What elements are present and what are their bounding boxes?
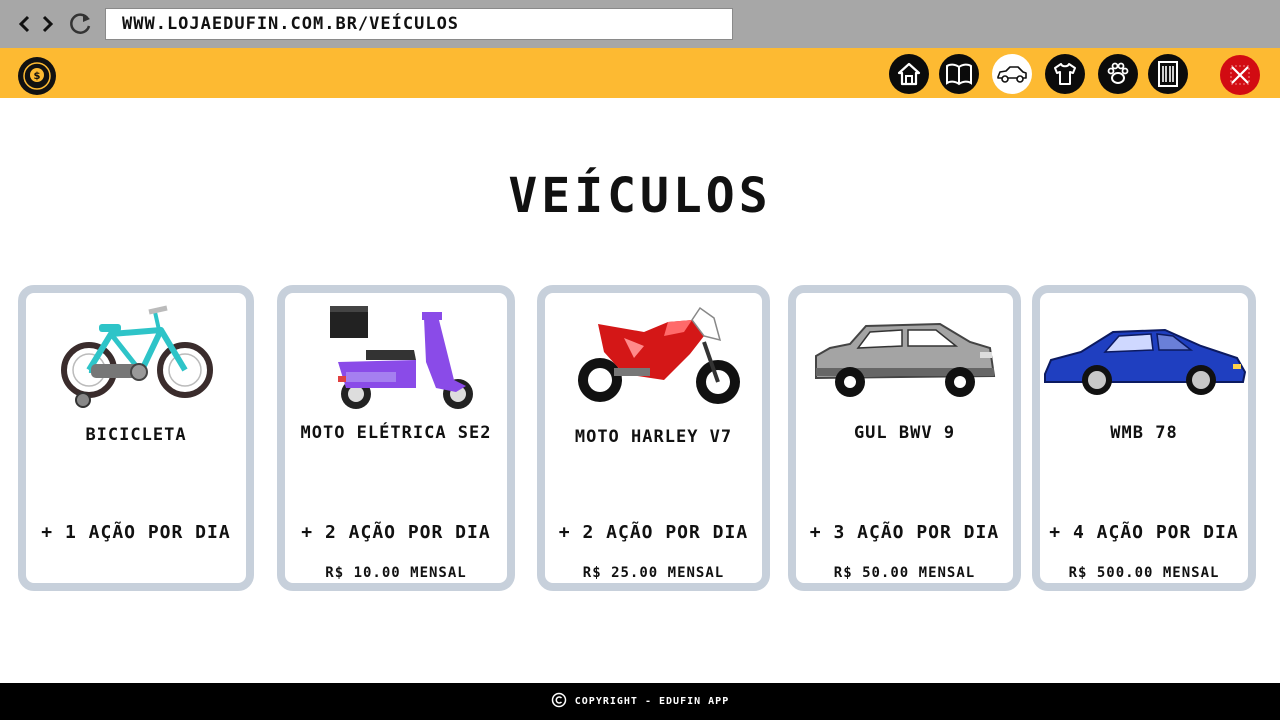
product-card-gul-bwv[interactable]: Gul BWV 9 + 3 ação por dia R$ 50.00 mens… — [788, 285, 1021, 591]
product-perk: + 2 ação por dia — [558, 522, 749, 543]
url-text: www.lojaedufin.com.br/veículos — [122, 14, 460, 34]
coin-logo-icon[interactable]: $ — [18, 57, 56, 95]
scooter-icon — [285, 299, 507, 417]
product-price: R$ 50.00 mensal — [833, 565, 976, 581]
sports-car-icon — [1040, 299, 1248, 417]
product-price: R$ 10.00 mensal — [325, 565, 467, 581]
product-name: Moto Harley V7 — [574, 427, 733, 447]
back-icon[interactable] — [16, 10, 32, 38]
suv-icon — [796, 299, 1013, 417]
page-title: Veículos — [508, 168, 772, 224]
product-perk: + 4 ação por dia — [1049, 522, 1239, 543]
building-icon[interactable] — [1148, 54, 1188, 94]
product-name: Gul BWV 9 — [853, 423, 956, 443]
forward-icon[interactable] — [40, 10, 56, 38]
product-name: WMB 78 — [1110, 423, 1178, 443]
product-card-moto-eletrica[interactable]: Moto Elétrica SE2 + 2 ação por dia R$ 10… — [277, 285, 515, 591]
car-icon[interactable] — [992, 54, 1032, 94]
copyright-icon — [551, 692, 567, 712]
product-price: R$ 25.00 mensal — [582, 565, 725, 581]
svg-text:$: $ — [34, 71, 41, 82]
product-perk: + 2 ação por dia — [301, 522, 491, 543]
paw-icon[interactable] — [1098, 54, 1138, 94]
product-price: R$ 500.00 mensal — [1068, 565, 1220, 581]
reload-icon[interactable] — [66, 10, 94, 38]
close-icon[interactable] — [1220, 55, 1260, 95]
footer-text: Copyright - EDUFIN App — [574, 696, 730, 707]
product-card-moto-harley[interactable]: Moto Harley V7 + 2 ação por dia R$ 25.00… — [537, 285, 770, 591]
address-bar[interactable]: www.lojaedufin.com.br/veículos — [105, 8, 733, 40]
product-card-wmb[interactable]: WMB 78 + 4 ação por dia R$ 500.00 mensal — [1032, 285, 1256, 591]
product-name: Moto Elétrica SE2 — [300, 423, 492, 443]
product-perk: + 1 ação por dia — [41, 522, 231, 543]
bicycle-icon — [26, 299, 246, 417]
book-icon[interactable] — [939, 54, 979, 94]
browser-bar: www.lojaedufin.com.br/veículos — [0, 0, 1280, 48]
footer: Copyright - EDUFIN App — [0, 683, 1280, 720]
motorcycle-icon — [545, 299, 762, 417]
product-name: Bicicleta — [85, 425, 187, 445]
app-header: $ — [0, 48, 1280, 98]
shirt-icon[interactable] — [1045, 54, 1085, 94]
home-icon[interactable] — [889, 54, 929, 94]
product-perk: + 3 ação por dia — [809, 522, 1000, 543]
product-card-bicicleta[interactable]: Bicicleta + 1 ação por dia — [18, 285, 254, 591]
